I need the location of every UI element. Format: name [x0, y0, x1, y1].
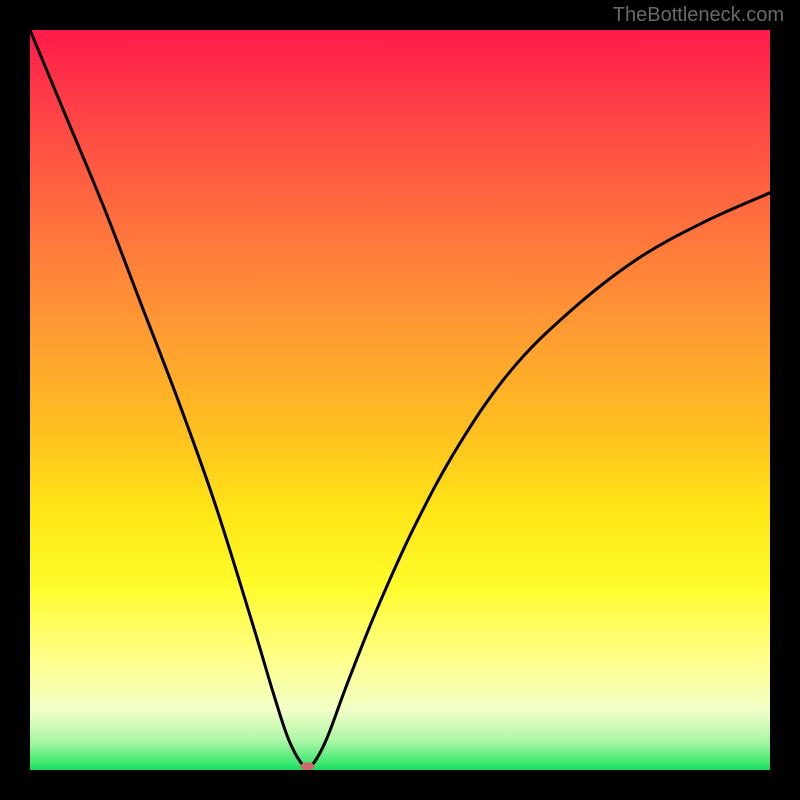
watermark-text: TheBottleneck.com: [613, 4, 784, 27]
chart-plot-area: [30, 30, 770, 770]
chart-svg: [30, 30, 770, 770]
optimum-point-marker: [301, 762, 315, 770]
bottleneck-curve-line: [30, 30, 770, 770]
